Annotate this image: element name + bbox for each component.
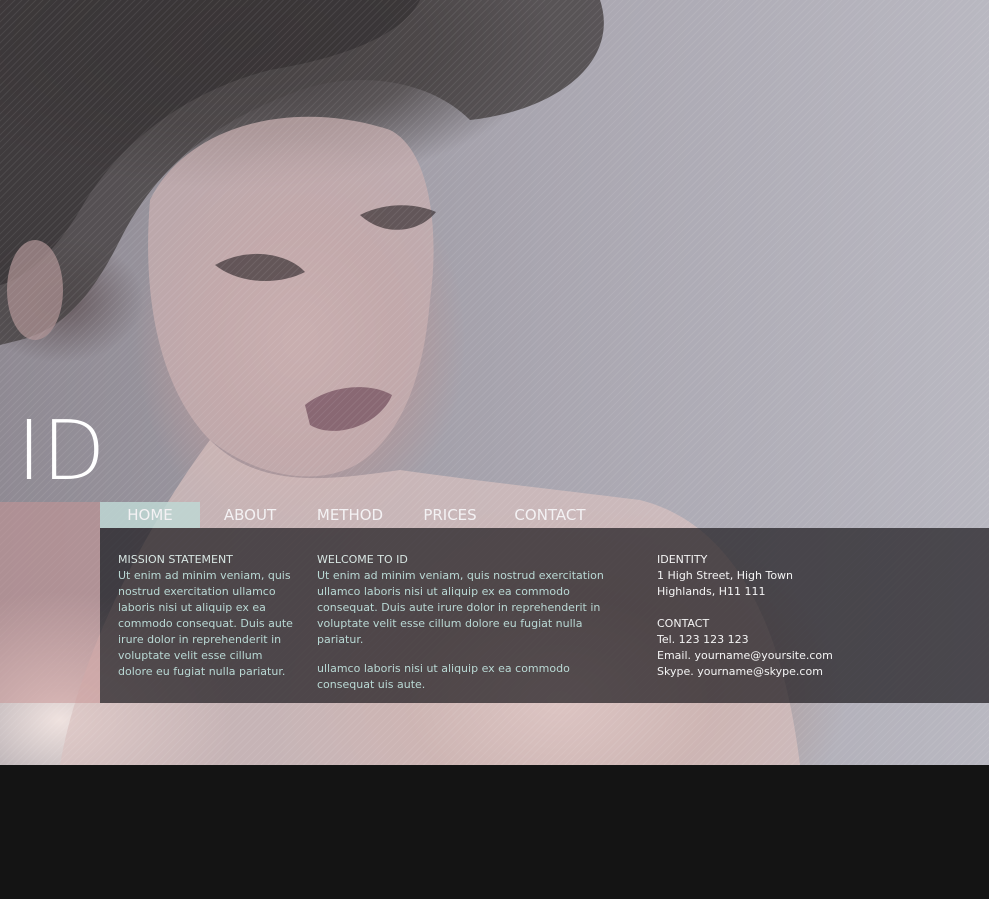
page-footer [0,765,989,899]
site-logo[interactable]: ID [17,404,106,500]
left-accent-block [0,502,100,703]
welcome-text-1: Ut enim ad minim veniam, quis nostrud ex… [317,569,604,646]
welcome-column: WELCOME TO ID Ut enim ad minim veniam, q… [317,552,627,693]
address-line-1: 1 High Street, High Town [657,569,794,582]
nav-home[interactable]: HOME [100,502,200,528]
identity-column: IDENTITY 1 High Street, High Town Highla… [657,552,857,680]
nav-prices[interactable]: PRICES [400,502,500,528]
identity-title: IDENTITY [657,553,708,566]
info-panel: MISSION STATEMENT Ut enim ad minim venia… [100,528,989,703]
nav-about[interactable]: ABOUT [200,502,300,528]
welcome-title: WELCOME TO ID [317,553,408,566]
nav-method[interactable]: METHOD [300,502,400,528]
welcome-text-2: ullamco laboris nisi ut aliquip ex ea co… [317,662,570,691]
address-line-2: Highlands, H11 111 [657,585,766,598]
mission-column: MISSION STATEMENT Ut enim ad minim venia… [118,552,300,680]
contact-email[interactable]: Email. yourname@yoursite.com [657,648,857,664]
main-nav: HOME ABOUT METHOD PRICES CONTACT [100,502,600,528]
contact-title: CONTACT [657,617,710,630]
mission-title: MISSION STATEMENT [118,553,233,566]
contact-tel: Tel. 123 123 123 [657,633,749,646]
contact-skype[interactable]: Skype. yourname@skype.com [657,664,857,680]
mission-text: Ut enim ad minim veniam, quis nostrud ex… [118,569,293,678]
nav-contact[interactable]: CONTACT [500,502,600,528]
